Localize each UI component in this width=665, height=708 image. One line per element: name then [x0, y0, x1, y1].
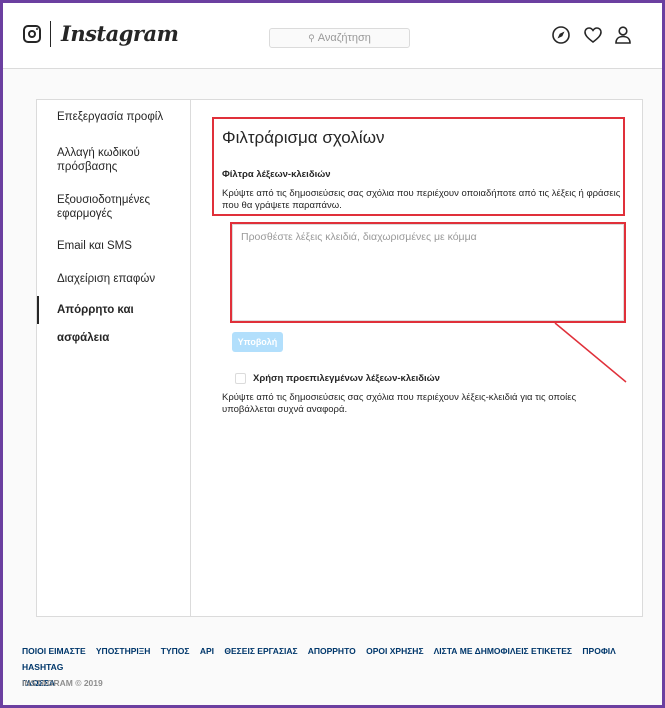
footer-link-jobs[interactable]: ΘΕΣΕΙΣ ΕΡΓΑΣΙΑΣ [224, 646, 297, 656]
search-placeholder: Αναζήτηση [317, 32, 371, 44]
footer-link-press[interactable]: ΤΥΠΟΣ [161, 646, 190, 656]
footer-link-profiles[interactable]: ΠΡΟΦΙΛ [582, 646, 615, 656]
browser-frame: Instagram ⚲ Αναζήτηση Επεξεργασία προφίλ … [0, 0, 665, 708]
default-keywords-checkbox[interactable] [235, 373, 246, 384]
keyword-input[interactable] [232, 224, 624, 321]
search-icon: ⚲ [308, 33, 315, 43]
settings-panel: Επεξεργασία προφίλ Αλλαγή κωδικού πρόσβα… [36, 99, 643, 617]
page-title: Φιλτράρισμα σχολίων [222, 128, 385, 147]
copyright-text: INSTAGRAM © 2019 [22, 678, 103, 688]
footer-link-about[interactable]: ΠΟΙΟΙ ΕΙΜΑΣΤΕ [22, 646, 86, 656]
instagram-camera-icon[interactable] [23, 25, 41, 43]
compass-icon[interactable] [550, 25, 572, 47]
sidebar-item-edit-profile[interactable]: Επεξεργασία προφίλ [37, 110, 190, 124]
sidebar-item-authorized-apps[interactable]: Εξουσιοδοτημένες εφαρμογές [37, 193, 190, 221]
top-navigation-bar: Instagram ⚲ Αναζήτηση [3, 3, 662, 69]
logo-divider [50, 21, 51, 47]
instagram-wordmark[interactable]: Instagram [61, 21, 179, 46]
default-keywords-description: Κρύψτε από τις δημοσιεύσεις σας σχόλια π… [222, 392, 577, 415]
footer-link-terms[interactable]: ΟΡΟΙ ΧΡΗΣΗΣ [366, 646, 423, 656]
footer-links: ΠΟΙΟΙ ΕΙΜΑΣΤΕ ΥΠΟΣΤΗΡΙΞΗ ΤΥΠΟΣ API ΘΕΣΕΙ… [22, 643, 652, 691]
footer-link-privacy[interactable]: ΑΠΟΡΡΗΤΟ [308, 646, 356, 656]
footer-link-support[interactable]: ΥΠΟΣΤΗΡΙΞΗ [96, 646, 151, 656]
heart-icon[interactable] [582, 25, 604, 47]
submit-button[interactable]: Υποβολή [232, 332, 283, 352]
sidebar-item-privacy-security[interactable]: Απόρρητο και ασφάλεια [37, 296, 190, 344]
person-icon[interactable] [612, 25, 634, 47]
comment-filtering-section: Φιλτράρισμα σχολίων Φίλτρα λέξεων-κλειδι… [192, 100, 642, 616]
keyword-filter-description: Κρύψτε από τις δημοσιεύσεις σας σχόλια π… [222, 188, 621, 211]
sidebar-item-email-sms[interactable]: Email και SMS [37, 239, 190, 253]
search-input[interactable]: ⚲ Αναζήτηση [269, 28, 410, 48]
footer-link-api[interactable]: API [200, 646, 214, 656]
keyword-filter-heading: Φίλτρα λέξεων-κλειδιών [222, 169, 331, 180]
footer-link-top-tags[interactable]: ΛΙΣΤΑ ΜΕ ΔΗΜΟΦΙΛΕΙΣ ΕΤΙΚΕΤΕΣ [434, 646, 572, 656]
footer-link-hashtag[interactable]: HASHTAG [22, 662, 63, 672]
sidebar-item-change-password[interactable]: Αλλαγή κωδικού πρόσβασης [37, 146, 190, 174]
default-keywords-label[interactable]: Χρήση προεπιλεγμένων λέξεων-κλειδιών [253, 373, 440, 384]
sidebar-item-manage-contacts[interactable]: Διαχείριση επαφών [37, 272, 190, 286]
settings-sidebar: Επεξεργασία προφίλ Αλλαγή κωδικού πρόσβα… [37, 100, 191, 616]
